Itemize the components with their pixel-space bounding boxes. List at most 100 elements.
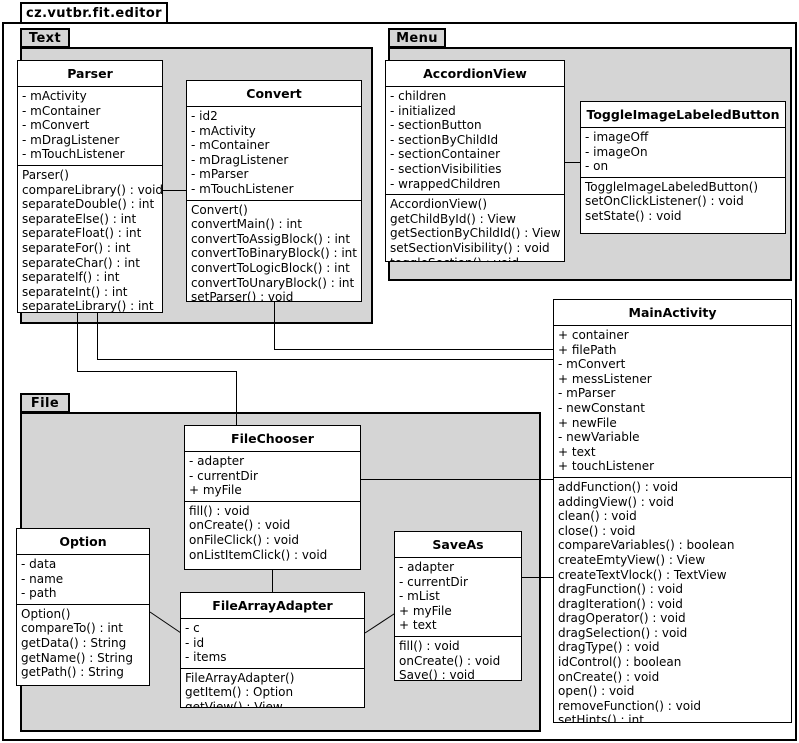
operation: onListItemClick() : void xyxy=(189,547,328,562)
attribute: - on xyxy=(585,159,609,174)
attribute: - mContainer xyxy=(191,138,270,153)
class-saveas-name: SaveAs xyxy=(395,532,521,558)
class-option-attributes: - data - name - path xyxy=(17,555,149,605)
operation: onCreate() : void xyxy=(558,669,660,684)
operation: dragOperator() : void xyxy=(558,611,686,626)
attribute: - mList xyxy=(399,589,440,604)
operation: Option() xyxy=(21,606,71,621)
attribute: - adapter xyxy=(189,454,245,468)
assoc-parser-convert xyxy=(163,190,186,191)
operation: AccordionView() xyxy=(390,197,487,212)
assoc-option-filearrayadapter xyxy=(149,611,182,634)
operation: compareVariables() : boolean xyxy=(558,538,735,553)
package-tab-root-label: cz.vutbr.fit.editor xyxy=(26,5,162,21)
attribute: - sectionContainer xyxy=(390,147,501,162)
operation: onCreate() : void xyxy=(189,518,291,533)
operation: separateDouble() : int xyxy=(22,197,155,212)
class-filearrayadapter[interactable]: FileArrayAdapter - c - id - items FileAr… xyxy=(180,592,365,708)
class-convert-name: Convert xyxy=(187,81,361,107)
operation: close() : void xyxy=(558,523,636,538)
class-toggleimagelabeledbutton[interactable]: ToggleImageLabeledButton - imageOff - im… xyxy=(580,101,786,234)
attribute: + newFile xyxy=(558,415,617,430)
operation: getData() : String xyxy=(21,635,127,650)
class-mainactivity-name: MainActivity xyxy=(554,300,791,326)
class-accordionview-operations: AccordionView() getChildById() : View ge… xyxy=(386,195,564,261)
operation: setOnClickListener() : void xyxy=(585,194,744,209)
uml-class-diagram: cz.vutbr.fit.editor Text Menu File Parse… xyxy=(0,0,799,743)
operation: Parser() xyxy=(22,167,69,182)
operation: getItem() : Option xyxy=(185,685,294,700)
attribute: - sectionVisibilities xyxy=(390,161,502,176)
package-tab-file-label: File xyxy=(30,395,60,411)
class-saveas[interactable]: SaveAs - adapter - currentDir - mList + … xyxy=(394,531,522,681)
package-tab-menu[interactable]: Menu xyxy=(388,28,446,48)
class-option-operations: Option() compareTo() : int getData() : S… xyxy=(17,605,149,683)
operation: addingView() : void xyxy=(558,494,675,509)
class-parser-attributes: - mActivity - mContainer - mConvert - mD… xyxy=(18,87,162,166)
attribute: - mConvert xyxy=(22,118,90,133)
attribute: - mConvert xyxy=(558,357,626,372)
class-filearrayadapter-attributes: - c - id - items xyxy=(181,619,364,669)
attribute: - mParser xyxy=(191,167,249,182)
attribute: - mParser xyxy=(558,386,616,401)
operation: getChildById() : View xyxy=(390,211,516,226)
operation: removeFunction() : void xyxy=(558,698,702,713)
attribute: - currentDir xyxy=(189,468,258,483)
class-accordionview[interactable]: AccordionView - children - initialized -… xyxy=(385,60,565,262)
attribute: - name xyxy=(21,571,64,586)
class-accordionview-name: AccordionView xyxy=(386,61,564,87)
assoc-parser-down-main xyxy=(97,313,98,359)
attribute: - id xyxy=(185,635,205,650)
operation: getView() : View xyxy=(185,699,283,708)
operation: createTextVlock() : TextView xyxy=(558,567,727,582)
operation: getName() : String xyxy=(21,650,133,665)
assoc-saveas-main xyxy=(522,577,553,578)
operation: compareTo() : int xyxy=(21,621,123,636)
operation: separateChar() : int xyxy=(22,255,140,270)
class-filechooser[interactable]: FileChooser - adapter - currentDir + myF… xyxy=(184,425,361,570)
operation: addFunction() : void xyxy=(558,479,679,494)
operation: separateFloat() : int xyxy=(22,226,142,241)
package-tab-text[interactable]: Text xyxy=(20,28,70,48)
operation: compareLibrary() : void xyxy=(22,182,163,197)
attribute: + text xyxy=(399,618,437,633)
operation: setSectionVisibility() : void xyxy=(390,240,550,255)
package-tab-root[interactable]: cz.vutbr.fit.editor xyxy=(20,2,168,24)
package-tab-file[interactable]: File xyxy=(20,393,70,413)
assoc-parser-to-main-h xyxy=(97,359,553,360)
attribute: - imageOff xyxy=(585,130,649,144)
attribute: - mTouchListener xyxy=(22,147,125,162)
class-filechooser-name: FileChooser xyxy=(185,426,360,452)
attribute: - path xyxy=(21,586,57,601)
class-mainactivity-operations: addFunction() : void addingView() : void… xyxy=(554,478,791,722)
operation: dragFunction() : void xyxy=(558,582,683,597)
attribute: + touchListener xyxy=(558,459,655,474)
assoc-filechooser-main xyxy=(361,479,553,480)
class-option[interactable]: Option - data - name - path Option() com… xyxy=(16,528,150,686)
class-saveas-operations: fill() : void onCreate() : void Save() :… xyxy=(395,637,521,680)
operation: setState() : void xyxy=(585,208,682,223)
operation: createEmtyView() : View xyxy=(558,552,706,567)
class-convert-attributes: - id2 - mActivity - mContainer - mDragLi… xyxy=(187,107,361,201)
class-mainactivity[interactable]: MainActivity + container + filePath - mC… xyxy=(553,299,792,723)
operation: setParser() : void xyxy=(191,290,294,302)
attribute: - currentDir xyxy=(399,574,468,589)
class-parser[interactable]: Parser - mActivity - mContainer - mConve… xyxy=(17,60,163,313)
operation: convertToUnaryBlock() : int xyxy=(191,275,355,290)
class-convert[interactable]: Convert - id2 - mActivity - mContainer -… xyxy=(186,80,362,302)
class-option-name: Option xyxy=(17,529,149,555)
assoc-accordion-toggle xyxy=(565,162,580,163)
operation: separateLibrary() : int xyxy=(22,299,154,313)
attribute: + messListener xyxy=(558,371,652,386)
operation: fill() : void xyxy=(189,503,250,518)
attribute: + myFile xyxy=(189,483,242,498)
operation: separateIf() : int xyxy=(22,270,120,285)
attribute: - mContainer xyxy=(22,103,101,118)
class-saveas-attributes: - adapter - currentDir - mList + myFile … xyxy=(395,558,521,637)
assoc-parser-down-file xyxy=(77,313,78,371)
operation: dragSelection() : void xyxy=(558,625,688,640)
operation: clean() : void xyxy=(558,509,637,524)
attribute: - imageOn xyxy=(585,144,648,159)
assoc-filechooser-filearrayadapter xyxy=(272,570,273,592)
attribute: + container xyxy=(558,328,629,342)
